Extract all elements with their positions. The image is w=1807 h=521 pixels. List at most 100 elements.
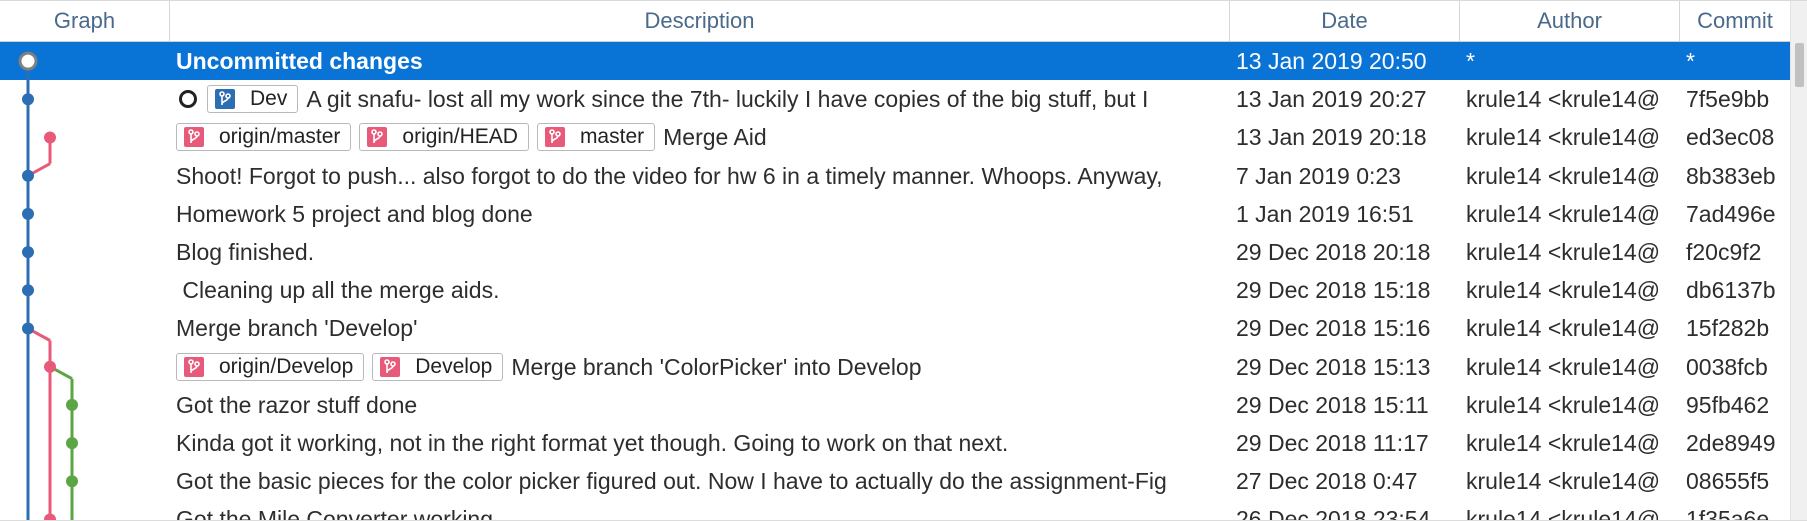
commit-date: 26 Dec 2018 23:54	[1236, 506, 1431, 521]
branch-ref-label: Dev	[250, 87, 288, 111]
commit-message: Shoot! Forgot to push... also forgot to …	[176, 162, 1163, 189]
commit-date: 29 Dec 2018 15:16	[1236, 315, 1431, 342]
branch-ref-badge[interactable]: master	[536, 123, 656, 152]
commit-author: krule14 <krule14@	[1466, 506, 1661, 521]
branch-ref-badge[interactable]: Develop	[372, 352, 504, 381]
commit-author: krule14 <krule14@	[1466, 277, 1661, 304]
commit-description-cell: Got the Mile Converter working	[176, 500, 1214, 521]
commit-author: krule14 <krule14@	[1466, 124, 1661, 151]
commit-message: Merge branch 'Develop'	[176, 315, 418, 342]
commit-row[interactable]: Cleaning up all the merge aids. 29 Dec 20…	[0, 271, 1790, 309]
commit-row[interactable]: Kinda got it working, not in the right f…	[0, 424, 1790, 462]
branch-ref-label: origin/Develop	[219, 354, 354, 378]
column-header-author[interactable]: Author	[1460, 1, 1680, 41]
column-header-graph[interactable]: Graph	[0, 1, 170, 41]
commit-author: krule14 <krule14@	[1466, 430, 1661, 456]
branch-icon	[177, 124, 211, 150]
commit-message: Got the Mile Converter working	[176, 506, 494, 521]
commit-row[interactable]: origin/master origin/HEAD master Merge Aid 1…	[0, 118, 1790, 156]
commit-description-cell: Kinda got it working, not in the right f…	[176, 424, 1214, 462]
commit-author: krule14 <krule14@	[1466, 86, 1661, 113]
commit-description-cell: Merge branch 'Develop'	[176, 309, 1214, 347]
commit-row[interactable]: Shoot! Forgot to push... also forgot to …	[0, 157, 1790, 195]
commit-description-cell: Got the razor stuff done	[176, 386, 1214, 424]
commit-row[interactable]: Got the basic pieces for the color picke…	[0, 462, 1790, 500]
branch-ref-badge[interactable]: Dev	[207, 85, 299, 114]
commit-author: krule14 <krule14@	[1466, 353, 1661, 380]
commit-row[interactable]: Blog finished. 29 Dec 2018 20:18 krule14 <…	[0, 233, 1790, 271]
branch-ref-badge[interactable]: origin/HEAD	[359, 123, 529, 152]
branch-icon	[373, 354, 407, 380]
commit-message: Merge branch 'ColorPicker' into Develop	[511, 353, 922, 380]
commit-hash: 7f5e9bb	[1686, 86, 1770, 113]
commit-hash: 08655f5	[1686, 468, 1770, 495]
branch-ref-badge[interactable]: origin/master	[176, 123, 352, 152]
commit-author: *	[1466, 48, 1475, 74]
commit-hash: 15f282b	[1686, 315, 1770, 342]
branch-ref-badge[interactable]: origin/Develop	[176, 352, 365, 381]
commit-hash: f20c9f2	[1686, 239, 1762, 265]
commit-message: Homework 5 project and blog done	[176, 200, 533, 227]
commit-message: Merge Aid	[663, 124, 767, 151]
commit-message: A git snafu- lost all my work since the …	[306, 86, 1149, 113]
commit-date: 29 Dec 2018 15:13	[1236, 353, 1431, 380]
commit-date: 27 Dec 2018 0:47	[1236, 468, 1418, 495]
commit-hash: ed3ec08	[1686, 124, 1775, 151]
commit-author: krule14 <krule14@	[1466, 468, 1661, 495]
commit-date: 7 Jan 2019 0:23	[1236, 162, 1401, 189]
commit-message: Blog finished.	[176, 239, 315, 265]
commit-hash: 2de8949	[1686, 430, 1776, 456]
commit-date: 29 Dec 2018 20:18	[1236, 239, 1431, 265]
commit-hash: 8b383eb	[1686, 162, 1776, 189]
commit-hash: 7ad496e	[1686, 200, 1776, 227]
commit-date: 13 Jan 2019 20:18	[1236, 124, 1427, 151]
commit-date: 13 Jan 2019 20:50	[1236, 48, 1427, 74]
commit-author: krule14 <krule14@	[1466, 239, 1661, 265]
commit-author: krule14 <krule14@	[1466, 200, 1661, 227]
commit-message: Got the razor stuff done	[176, 391, 418, 418]
commit-description-cell: origin/Develop Develop Merge branch 'Color…	[176, 348, 1214, 386]
commit-row[interactable]: Dev A git snafu- lost all my work since t…	[0, 80, 1790, 118]
branch-icon	[208, 86, 242, 112]
commit-row[interactable]: origin/Develop Develop Merge branch 'Color…	[0, 348, 1790, 386]
commit-author: krule14 <krule14@	[1466, 162, 1661, 189]
commit-hash: db6137b	[1686, 277, 1776, 304]
commit-description-cell: Shoot! Forgot to push... also forgot to …	[176, 157, 1214, 195]
head-indicator-icon	[179, 90, 197, 109]
branch-icon	[177, 354, 211, 380]
commit-hash: *	[1686, 48, 1695, 74]
commit-description-cell: Uncommitted changes	[176, 42, 1214, 80]
commit-description-cell: Cleaning up all the merge aids.	[176, 271, 1214, 309]
commit-row[interactable]: Homework 5 project and blog done 1 Jan 20…	[0, 195, 1790, 233]
branch-ref-label: Develop	[415, 354, 493, 378]
column-header-description[interactable]: Description	[170, 1, 1230, 41]
branch-ref-label: origin/HEAD	[402, 125, 518, 149]
commit-hash: 0038fcb	[1686, 353, 1768, 380]
uncommitted-changes-row[interactable]: Uncommitted changes 13 Jan 2019 20:50 * *	[0, 42, 1790, 80]
commit-message: Kinda got it working, not in the right f…	[176, 430, 1009, 456]
commit-description-cell: Dev A git snafu- lost all my work since t…	[176, 80, 1214, 118]
commit-date: 29 Dec 2018 11:17	[1236, 430, 1429, 456]
branch-icon	[360, 124, 394, 150]
branch-ref-label: master	[579, 125, 645, 149]
branch-ref-label: origin/master	[219, 125, 341, 149]
commit-description-cell: Got the basic pieces for the color picke…	[176, 462, 1214, 500]
commit-message: Cleaning up all the merge aids.	[176, 277, 500, 304]
commit-description-cell: Blog finished.	[176, 233, 1214, 271]
column-header-commit[interactable]: Commit	[1680, 1, 1790, 41]
column-header-date[interactable]: Date	[1230, 1, 1460, 41]
commit-author: krule14 <krule14@	[1466, 391, 1661, 418]
commit-date: 29 Dec 2018 15:18	[1236, 277, 1431, 304]
commit-list: Uncommitted changes 13 Jan 2019 20:50 * * De…	[0, 42, 1790, 521]
commit-row[interactable]: Got the Mile Converter working 26 Dec 201…	[0, 500, 1790, 521]
commit-row[interactable]: Merge branch 'Develop' 29 Dec 2018 15:16 k…	[0, 309, 1790, 347]
scrollbar-thumb[interactable]	[1795, 43, 1804, 87]
commit-author: krule14 <krule14@	[1466, 315, 1661, 342]
commit-message: Uncommitted changes	[176, 48, 423, 74]
commit-date: 13 Jan 2019 20:27	[1236, 86, 1427, 113]
column-header: Graph Description Date Author Commit	[0, 1, 1790, 42]
commit-hash: 95fb462	[1686, 391, 1770, 418]
commit-row[interactable]: Got the razor stuff done 29 Dec 2018 15:1…	[0, 386, 1790, 424]
branch-icon	[538, 124, 572, 150]
vertical-scrollbar[interactable]	[1790, 1, 1807, 521]
